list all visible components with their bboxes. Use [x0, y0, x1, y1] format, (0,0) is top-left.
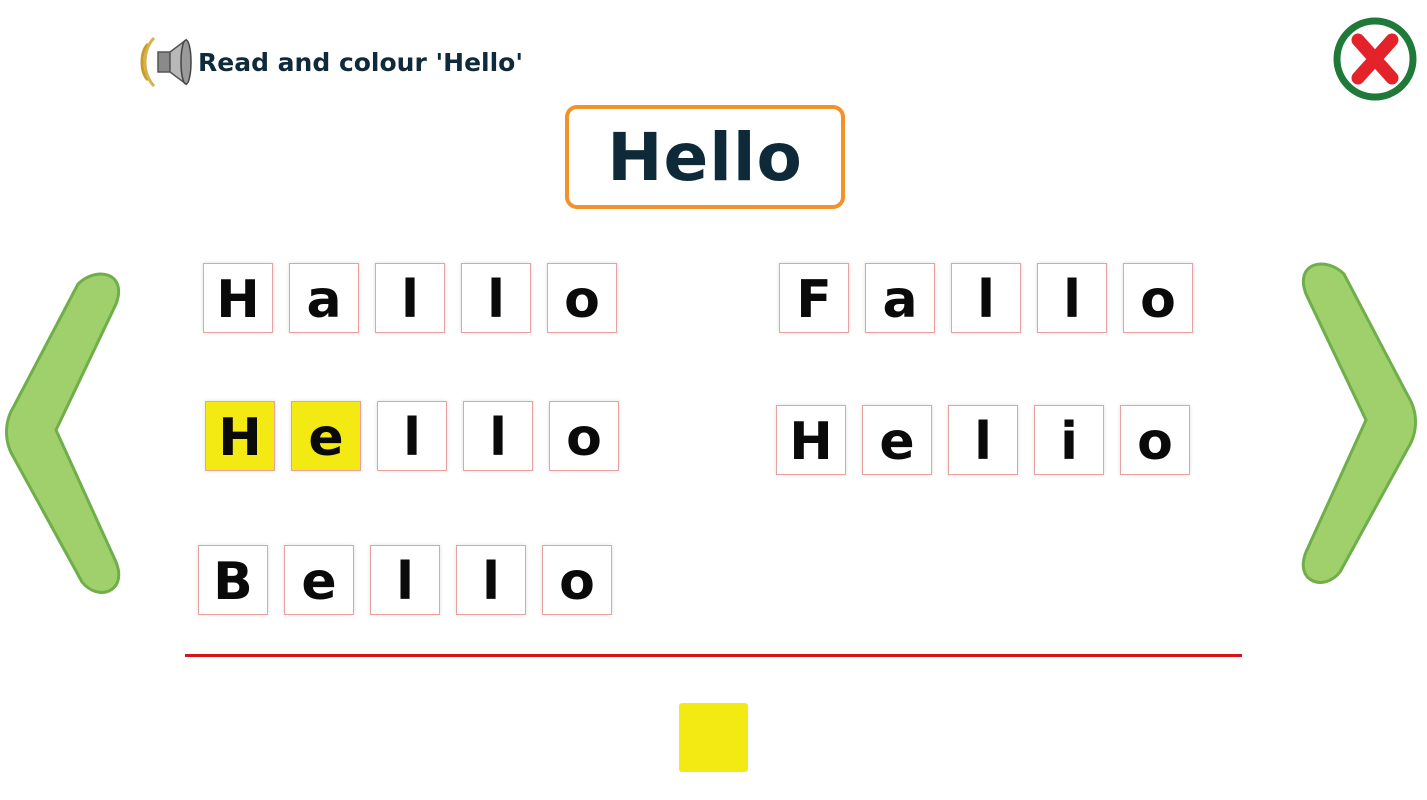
word-option-bello: B e l l o	[198, 545, 612, 615]
letter-tile[interactable]: e	[291, 401, 361, 471]
instruction-text: Read and colour 'Hello'	[198, 47, 524, 77]
letter-tile[interactable]: o	[542, 545, 612, 615]
word-option-helio: H e l i o	[776, 405, 1190, 475]
letter-tile[interactable]: l	[1037, 263, 1107, 333]
instruction-bar: Read and colour 'Hello'	[134, 32, 523, 92]
activity-screen: Read and colour 'Hello' Hello H a l l o …	[0, 0, 1427, 800]
letter-tile[interactable]: l	[463, 401, 533, 471]
target-word-box: Hello	[565, 105, 845, 209]
letter-tile[interactable]: l	[456, 545, 526, 615]
chevron-right-icon[interactable]	[1296, 252, 1422, 592]
word-option-hello: H e l l o	[205, 401, 619, 471]
letter-tile[interactable]: e	[284, 545, 354, 615]
letter-tile[interactable]: l	[951, 263, 1021, 333]
divider-line	[185, 654, 1242, 657]
letter-tile[interactable]: o	[549, 401, 619, 471]
chevron-left-icon[interactable]	[0, 262, 128, 602]
letter-tile[interactable]: B	[198, 545, 268, 615]
letter-tile[interactable]: i	[1034, 405, 1104, 475]
word-option-hallo: H a l l o	[203, 263, 617, 333]
letter-tile[interactable]: l	[375, 263, 445, 333]
letter-tile[interactable]: H	[203, 263, 273, 333]
letter-tile[interactable]: l	[461, 263, 531, 333]
color-swatch-yellow[interactable]	[679, 703, 748, 772]
letter-tile[interactable]: H	[205, 401, 275, 471]
close-icon[interactable]	[1332, 16, 1418, 102]
letter-tile[interactable]: o	[547, 263, 617, 333]
speaker-icon[interactable]	[134, 32, 196, 92]
letter-tile[interactable]: o	[1123, 263, 1193, 333]
letter-tile[interactable]: e	[862, 405, 932, 475]
letter-tile[interactable]: H	[776, 405, 846, 475]
letter-tile[interactable]: F	[779, 263, 849, 333]
letter-tile[interactable]: l	[948, 405, 1018, 475]
word-option-fallo: F a l l o	[779, 263, 1193, 333]
target-word: Hello	[607, 118, 803, 196]
letter-tile[interactable]: l	[377, 401, 447, 471]
letter-tile[interactable]: a	[289, 263, 359, 333]
letter-tile[interactable]: l	[370, 545, 440, 615]
letter-tile[interactable]: o	[1120, 405, 1190, 475]
letter-tile[interactable]: a	[865, 263, 935, 333]
